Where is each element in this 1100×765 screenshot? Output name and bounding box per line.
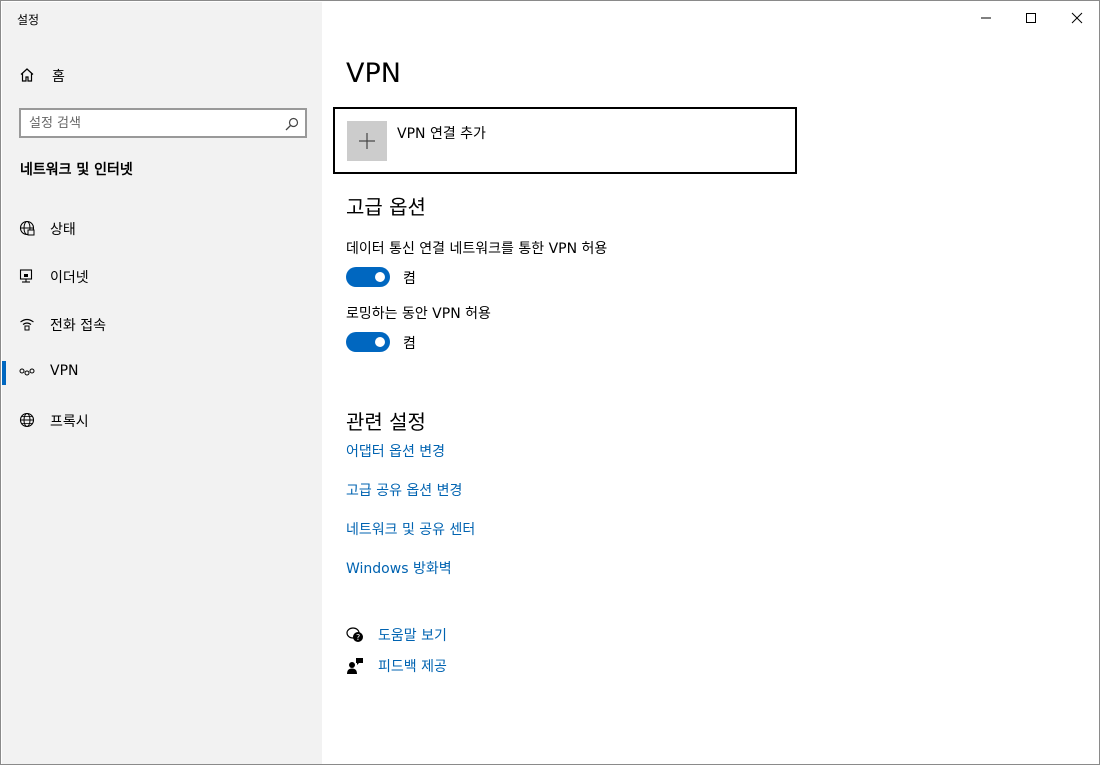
sidebar-item-label: 프록시 [50,414,89,430]
sidebar-item-proxy[interactable]: 프록시 [2,397,322,445]
related-settings-heading: 관련 설정 [346,410,426,434]
search-icon[interactable] [285,116,299,131]
settings-window: 설정 홈 네트워크 및 인터넷 상태 [0,0,1100,765]
sidebar-item-label: VPN [50,363,79,379]
sidebar-nav: 상태 이더넷 전화 접속 VPN 프록시 [2,205,322,445]
ethernet-icon [19,268,35,284]
sidebar-item-dialup[interactable]: 전화 접속 [2,301,322,349]
toggle-knob [375,272,385,282]
page-title: VPN [346,58,401,89]
feedback-label: 피드백 제공 [378,659,447,675]
sidebar-item-ethernet[interactable]: 이더넷 [2,253,322,301]
feedback-icon [346,657,364,675]
feedback-link[interactable]: 피드백 제공 [346,655,546,677]
sidebar-item-label: 전화 접속 [50,318,106,334]
sidebar-item-status[interactable]: 상태 [2,205,322,253]
home-icon [19,67,35,83]
globe-icon [19,412,35,428]
main-content: VPN VPN 연결 추가 고급 옵션 데이터 통신 연결 네트워크를 통한 V… [322,2,1099,764]
search-input[interactable] [29,114,279,132]
help-chat-icon: ? [346,626,364,644]
advanced-sharing-link[interactable]: 고급 공유 옵션 변경 [346,480,462,500]
roaming-vpn-toggle[interactable] [346,332,390,352]
add-vpn-button[interactable]: VPN 연결 추가 [333,107,797,174]
roaming-vpn-label: 로밍하는 동안 VPN 허용 [346,306,491,322]
vpn-icon [19,364,35,380]
get-help-label: 도움말 보기 [378,628,447,644]
home-label: 홈 [52,69,65,85]
app-title: 설정 [17,13,40,27]
dialup-icon [19,316,35,332]
sidebar-item-label: 이더넷 [50,270,89,286]
advanced-options-heading: 고급 옵션 [346,195,426,219]
network-sharing-center-link[interactable]: 네트워크 및 공유 센터 [346,519,475,539]
toggle-knob [375,337,385,347]
plus-icon [347,121,387,161]
search-box[interactable] [19,108,307,138]
sidebar: 설정 홈 네트워크 및 인터넷 상태 [2,2,322,764]
svg-text:?: ? [356,633,360,642]
add-vpn-label: VPN 연결 추가 [397,126,486,142]
metered-vpn-state: 켬 [403,271,416,287]
metered-vpn-label: 데이터 통신 연결 네트워크를 통한 VPN 허용 [346,241,608,257]
sidebar-item-vpn[interactable]: VPN [2,349,322,397]
globe-status-icon [19,220,35,236]
section-title: 네트워크 및 인터넷 [20,162,133,178]
sidebar-item-home[interactable]: 홈 [2,57,322,93]
get-help-link[interactable]: ? 도움말 보기 [346,624,546,646]
windows-firewall-link[interactable]: Windows 방화벽 [346,558,452,578]
sidebar-item-label: 상태 [50,222,76,238]
roaming-vpn-state: 켬 [403,336,416,352]
adapter-options-link[interactable]: 어댑터 옵션 변경 [346,441,445,461]
metered-vpn-toggle[interactable] [346,267,390,287]
